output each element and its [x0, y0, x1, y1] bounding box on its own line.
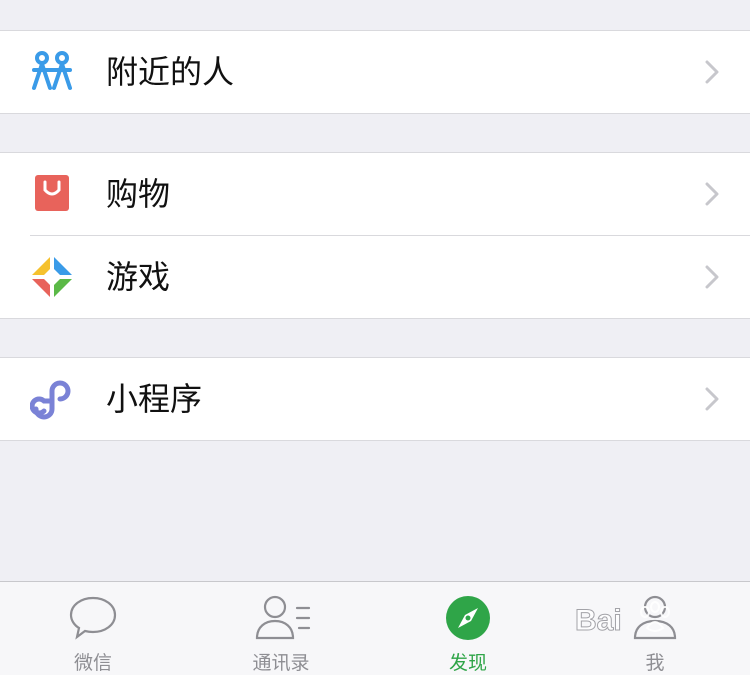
contacts-icon [255, 595, 311, 640]
tab-chats[interactable]: 微信 [23, 582, 163, 675]
games-icon [32, 257, 72, 297]
compass-icon [446, 596, 490, 640]
nearby-group: 附近的人 [0, 30, 750, 114]
tab-label-me: 我 [645, 652, 665, 674]
tab-label-chats: 微信 [73, 652, 112, 674]
chevron-right-icon [705, 387, 719, 411]
menu-label-shopping: 购物 [106, 175, 171, 213]
menu-item-nearby[interactable]: 附近的人 [0, 31, 750, 113]
tab-contacts[interactable]: 通讯录 [211, 582, 351, 675]
bottom-tab-bar: 微信 通讯录 发现 我 [0, 581, 750, 675]
shopping-bag-icon [35, 175, 69, 211]
menu-item-shopping[interactable]: 购物 [0, 153, 750, 235]
menu-label-mini-programs: 小程序 [106, 380, 203, 418]
people-nearby-icon [32, 51, 72, 90]
person-icon [633, 595, 677, 640]
menu-label-games: 游戏 [106, 258, 171, 296]
menu-item-games[interactable]: 游戏 [0, 236, 750, 318]
menu-label-nearby: 附近的人 [106, 53, 235, 91]
chevron-right-icon [705, 182, 719, 206]
chevron-right-icon [705, 265, 719, 289]
tab-label-contacts: 通讯录 [252, 652, 310, 674]
mini-program-icon [30, 380, 71, 420]
chevron-right-icon [705, 60, 719, 84]
tab-label-discover: 发现 [448, 652, 487, 674]
tab-discover[interactable]: 发现 [398, 582, 538, 675]
mini-programs-group: 小程序 [0, 357, 750, 441]
tab-me[interactable]: 我 [585, 582, 725, 675]
chat-bubble-icon [69, 596, 117, 640]
shopping-games-group: 购物 游戏 [0, 152, 750, 319]
menu-item-mini-programs[interactable]: 小程序 [0, 358, 750, 440]
